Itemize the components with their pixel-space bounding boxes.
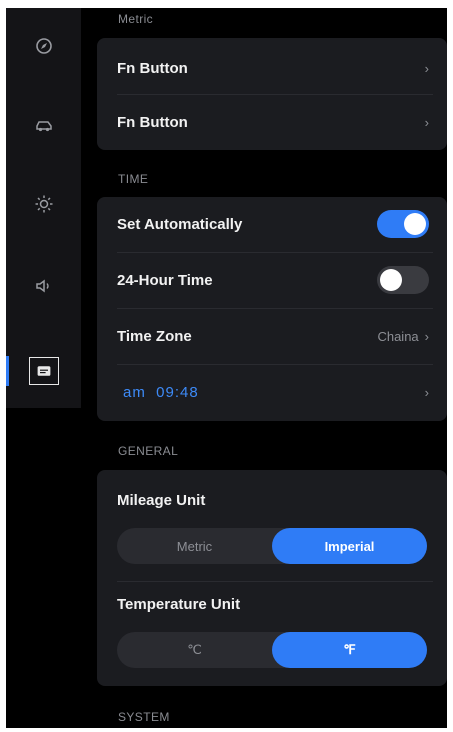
car-icon bbox=[35, 121, 52, 132]
chevron-right-icon: › bbox=[424, 60, 429, 76]
compass-icon bbox=[35, 38, 52, 54]
settings-card-icon bbox=[37, 366, 50, 376]
sidebar-item-display[interactable] bbox=[6, 176, 81, 232]
fn-button-row-2[interactable]: Fn Button › bbox=[97, 95, 447, 149]
settings-screen: Metric Fn Button › Fn Button › TIME Set … bbox=[6, 8, 447, 728]
row-label: Fn Button bbox=[117, 59, 188, 77]
chevron-right-icon: › bbox=[424, 384, 429, 400]
sidebar bbox=[6, 8, 81, 408]
mileage-option-metric[interactable]: Metric bbox=[117, 528, 272, 564]
toggle-knob bbox=[404, 213, 426, 235]
time-card: Set Automatically 24-Hour Time Time Zone… bbox=[97, 197, 447, 421]
row-label: 24-Hour Time bbox=[117, 271, 213, 289]
temperature-option-fahrenheit[interactable]: ℉ bbox=[272, 632, 427, 668]
row-label: Fn Button bbox=[117, 113, 188, 131]
sidebar-item-sound[interactable] bbox=[6, 258, 81, 314]
selection-outline bbox=[28, 357, 59, 385]
toggle-knob bbox=[380, 269, 402, 291]
chevron-right-icon: › bbox=[424, 114, 429, 130]
section-label-metric: Metric bbox=[118, 12, 154, 26]
sidebar-item-general-settings[interactable] bbox=[6, 343, 81, 399]
row-label: Time Zone bbox=[117, 327, 192, 345]
metric-card: Fn Button › Fn Button › bbox=[97, 38, 447, 150]
temperature-unit-label: Temperature Unit bbox=[117, 596, 241, 613]
brightness-icon bbox=[35, 195, 52, 213]
sidebar-item-vehicle[interactable] bbox=[6, 98, 81, 154]
mileage-option-imperial[interactable]: Imperial bbox=[272, 528, 427, 564]
mileage-unit-label: Mileage Unit bbox=[117, 492, 206, 509]
section-label-system: SYSTEM bbox=[118, 710, 170, 724]
time-zone-value: Chaina bbox=[377, 328, 419, 344]
fn-button-row-1[interactable]: Fn Button › bbox=[97, 41, 447, 95]
time-zone-row[interactable]: Time Zone Chaina › bbox=[97, 309, 447, 363]
sidebar-item-navigation[interactable] bbox=[6, 18, 81, 74]
divider bbox=[117, 581, 433, 582]
24-hour-time-toggle[interactable] bbox=[377, 266, 429, 294]
temperature-unit-segmented: ℃ ℉ bbox=[117, 632, 427, 668]
row-label: Set Automatically bbox=[117, 215, 243, 233]
24-hour-time-row: 24-Hour Time bbox=[97, 253, 447, 307]
general-card: Mileage Unit Metric Imperial Temperature… bbox=[97, 470, 447, 686]
section-label-general: GENERAL bbox=[118, 444, 179, 458]
temperature-option-celsius[interactable]: ℃ bbox=[117, 632, 272, 668]
section-label-time: TIME bbox=[118, 172, 149, 186]
clock-value: am 09:48 bbox=[123, 383, 199, 401]
set-automatically-row: Set Automatically bbox=[97, 197, 447, 251]
clock-row[interactable]: am 09:48 › bbox=[97, 365, 447, 419]
set-automatically-toggle[interactable] bbox=[377, 210, 429, 238]
volume-icon bbox=[35, 279, 49, 293]
chevron-right-icon: › bbox=[424, 328, 429, 344]
mileage-unit-segmented: Metric Imperial bbox=[117, 528, 427, 564]
